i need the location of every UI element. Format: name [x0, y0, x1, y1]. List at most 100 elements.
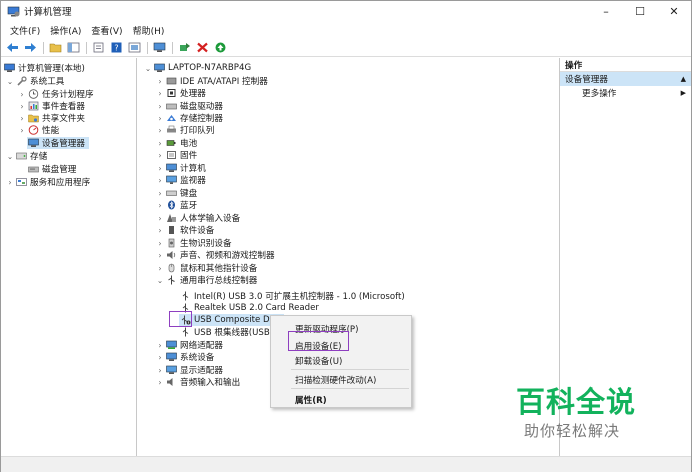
monitor-icon [165, 175, 177, 185]
tree-node-event-viewer[interactable]: › 事件查看器 [17, 100, 85, 113]
device-category-display[interactable]: › 显示适配器 [155, 364, 223, 377]
chevron-right-icon[interactable]: › [155, 264, 165, 273]
device-category-battery[interactable]: › 电池 [155, 137, 198, 150]
chevron-down-icon[interactable]: ⌄ [143, 64, 153, 73]
chevron-right-icon[interactable]: › [155, 102, 165, 111]
chevron-right-icon[interactable]: › [17, 126, 27, 135]
properties-icon[interactable] [90, 41, 106, 55]
menu-file[interactable]: 文件(F) [5, 24, 45, 37]
chevron-right-icon[interactable]: › [155, 251, 165, 260]
annotation-box-device-icon [169, 311, 192, 327]
usb-device-composite[interactable]: USB Composite Dev [179, 314, 284, 326]
chevron-down-icon[interactable]: ⌄ [5, 152, 15, 161]
device-category-computer[interactable]: › 计算机 [155, 162, 206, 175]
show-tree-icon[interactable] [65, 41, 81, 55]
chevron-right-icon[interactable]: › [155, 226, 165, 235]
maximize-button[interactable]: ☐ [623, 1, 657, 21]
device-label: 打印队列 [180, 126, 215, 136]
menu-help[interactable]: 帮助(H) [128, 24, 170, 37]
forward-arrow-icon[interactable] [22, 41, 38, 55]
device-label: 生物识别设备 [180, 239, 232, 249]
update-driver-icon[interactable] [176, 41, 192, 55]
tree-node-system-tools[interactable]: ⌄ 系统工具 [5, 75, 64, 87]
collapse-arrow-icon[interactable]: ▲ [681, 75, 686, 83]
chevron-right-icon[interactable]: › [17, 90, 27, 99]
device-category-software[interactable]: › 软件设备 [155, 224, 215, 237]
device-category-ide[interactable]: › IDE ATA/ATAPI 控制器 [155, 75, 268, 88]
device-category-biometric[interactable]: › 生物识别设备 [155, 237, 232, 250]
device-category-usb[interactable]: ⌄ 通用串行总线控制器 [155, 274, 257, 286]
enable-device-icon[interactable] [212, 41, 228, 55]
chevron-right-icon[interactable]: › [155, 176, 165, 185]
device-category-firmware[interactable]: › 固件 [155, 149, 198, 162]
uninstall-x-icon[interactable] [194, 41, 210, 55]
tree-node-services-apps[interactable]: › 服务和应用程序 [5, 176, 91, 189]
chevron-right-icon[interactable]: › [155, 366, 165, 375]
chevron-right-icon[interactable]: › [155, 353, 165, 362]
chevron-right-icon[interactable]: › [155, 164, 165, 173]
device-category-storage-controller[interactable]: › 存储控制器 [155, 112, 223, 125]
tree-node-task-scheduler[interactable]: › 任务计划程序 [17, 88, 94, 100]
tree-node-device-manager[interactable]: 设备管理器 [27, 137, 89, 149]
toolbar-separator [172, 41, 173, 54]
navigation-tree: 计算机管理(本地) ⌄ 系统工具 › 任务计划程序 › 事件查看器 › 共享文件… [1, 58, 137, 456]
chevron-right-icon[interactable]: › [155, 151, 165, 160]
chevron-right-icon[interactable]: › [155, 114, 165, 123]
shared-folder-icon [27, 113, 39, 123]
watermark-title: 百科全说 [516, 385, 637, 419]
device-category-processor[interactable]: › 处理器 [155, 87, 206, 100]
chevron-right-icon[interactable]: › [155, 378, 165, 387]
chevron-down-icon[interactable]: ⌄ [155, 276, 165, 285]
minimize-button[interactable]: – [589, 1, 623, 21]
device-category-network[interactable]: › 网络适配器 [155, 339, 223, 352]
more-actions-item[interactable]: 更多操作 ▶ [560, 86, 691, 100]
tree-node-storage[interactable]: ⌄ 存储 [5, 150, 47, 163]
device-category-sound[interactable]: › 声音、视频和游戏控制器 [155, 249, 275, 262]
device-category-disk[interactable]: › 磁盘驱动器 [155, 100, 223, 113]
device-category-monitor[interactable]: › 监视器 [155, 174, 206, 187]
device-category-print-queue[interactable]: › 打印队列 [155, 124, 215, 137]
device-category-hid[interactable]: › 人体学输入设备 [155, 212, 241, 225]
chevron-right-icon[interactable]: › [155, 89, 165, 98]
chevron-right-icon[interactable]: › [155, 126, 165, 135]
up-folder-icon[interactable] [47, 41, 63, 55]
menu-view[interactable]: 查看(V) [86, 24, 127, 37]
tree-node-performance[interactable]: › 性能 [17, 124, 59, 136]
actions-section-device-manager[interactable]: 设备管理器 ▲ [560, 72, 691, 86]
monitor-icon[interactable] [151, 41, 167, 55]
usb-device-intel[interactable]: Intel(R) USB 3.0 可扩展主机控制器 - 1.0 (Microso… [179, 290, 405, 302]
menu-item-properties[interactable]: 属性(R) [295, 394, 327, 406]
device-category-audio-io[interactable]: › 音频输入和输出 [155, 376, 241, 389]
chevron-right-icon[interactable]: › [155, 239, 165, 248]
chevron-right-icon[interactable]: › [155, 214, 165, 223]
chevron-right-icon[interactable]: › [5, 178, 15, 187]
tree-label: 共享文件夹 [42, 114, 85, 124]
menu-item-uninstall-device[interactable]: 卸载设备(U) [295, 355, 342, 367]
view-icon[interactable] [126, 41, 142, 55]
chevron-right-icon[interactable]: › [17, 102, 27, 111]
back-arrow-icon[interactable] [4, 41, 20, 55]
device-label: 固件 [180, 151, 198, 161]
chevron-right-icon[interactable]: › [155, 341, 165, 350]
device-category-bluetooth[interactable]: › 蓝牙 [155, 199, 197, 211]
device-category-system[interactable]: › 系统设备 [155, 351, 215, 364]
help-icon[interactable]: ? [108, 41, 124, 55]
usb-device-root-hub[interactable]: USB 根集线器(USB 3 [179, 326, 278, 338]
chevron-right-icon[interactable]: › [17, 114, 27, 123]
device-computer-root[interactable]: ⌄ LAPTOP-N7ARBP4G [143, 62, 251, 74]
menu-item-scan-hardware[interactable]: 扫描检测硬件改动(A) [295, 374, 376, 386]
close-button[interactable]: ✕ [657, 1, 691, 21]
device-label: 电池 [180, 139, 198, 149]
chevron-right-icon[interactable]: › [155, 201, 165, 210]
usb-device-realtek[interactable]: Realtek USB 2.0 Card Reader [179, 302, 319, 314]
device-category-mouse[interactable]: › 鼠标和其他指针设备 [155, 262, 258, 275]
tree-node-disk-management[interactable]: 磁盘管理 [27, 163, 76, 175]
tree-node-root[interactable]: 计算机管理(本地) [3, 62, 85, 74]
chevron-right-icon[interactable]: › [155, 77, 165, 86]
tree-node-shared-folders[interactable]: › 共享文件夹 [17, 112, 85, 125]
device-category-keyboard[interactable]: › 键盘 [155, 187, 198, 200]
chevron-right-icon[interactable]: › [155, 189, 165, 198]
chevron-down-icon[interactable]: ⌄ [5, 77, 15, 86]
chevron-right-icon[interactable]: › [155, 139, 165, 148]
menu-action[interactable]: 操作(A) [45, 24, 86, 37]
